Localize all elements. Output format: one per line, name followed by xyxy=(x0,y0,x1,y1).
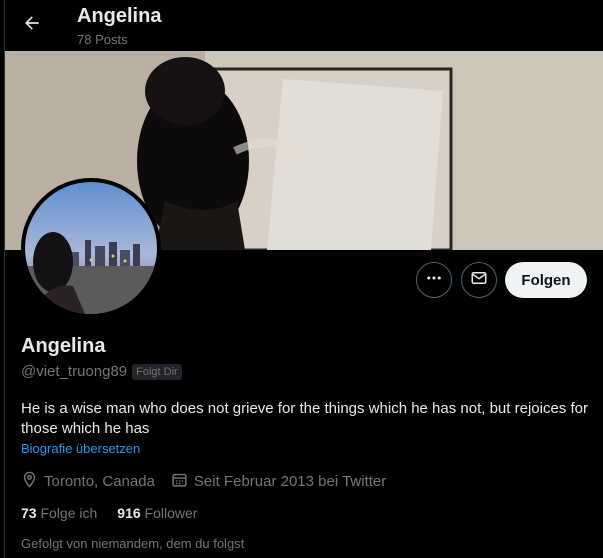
follows-you-badge: Folgt Dir xyxy=(132,363,182,380)
join-date-text: Seit Februar 2013 bei Twitter xyxy=(193,473,387,490)
more-options-button[interactable] xyxy=(416,262,452,298)
following-count: 73 xyxy=(21,505,41,521)
header-title: Angelina xyxy=(77,5,162,27)
more-horizontal-icon xyxy=(425,269,443,292)
profile-header-bar: Angelina 78 Posts xyxy=(5,0,603,51)
location: Toronto, Canada xyxy=(21,471,155,492)
location-pin-icon xyxy=(21,471,38,492)
user-handle: @viet_truong89 xyxy=(21,363,128,380)
follow-counts: 73 Folge ich 916 Follower xyxy=(21,505,217,521)
avatar[interactable] xyxy=(21,178,161,318)
following-link[interactable]: 73 Folge ich xyxy=(21,505,97,521)
location-text: Toronto, Canada xyxy=(44,473,155,490)
following-label: Folge ich xyxy=(40,505,98,521)
followers-count: 916 xyxy=(117,505,145,521)
profile-meta: Toronto, Canada Seit Februar 2013 bei Tw… xyxy=(21,471,402,492)
followed-by-note[interactable]: Gefolgt von niemandem, dem du folgst xyxy=(21,536,244,551)
join-date: Seit Februar 2013 bei Twitter xyxy=(171,471,386,492)
profile-bio: He is a wise man who does not grieve for… xyxy=(21,400,588,437)
arrow-left-icon xyxy=(22,13,42,38)
follow-button[interactable]: Folgen xyxy=(505,262,587,298)
posts-count: 78 Posts xyxy=(77,32,128,47)
back-button[interactable] xyxy=(19,12,45,38)
display-name: Angelina xyxy=(21,335,106,357)
translate-bio-link[interactable]: Biografie übersetzen xyxy=(21,441,140,456)
message-button[interactable] xyxy=(461,262,497,298)
calendar-icon xyxy=(171,471,188,492)
envelope-icon xyxy=(470,269,488,292)
handle-row: @viet_truong89 Folgt Dir xyxy=(21,363,182,380)
followers-label: Follower xyxy=(144,505,198,521)
followers-link[interactable]: 916 Follower xyxy=(117,505,197,521)
